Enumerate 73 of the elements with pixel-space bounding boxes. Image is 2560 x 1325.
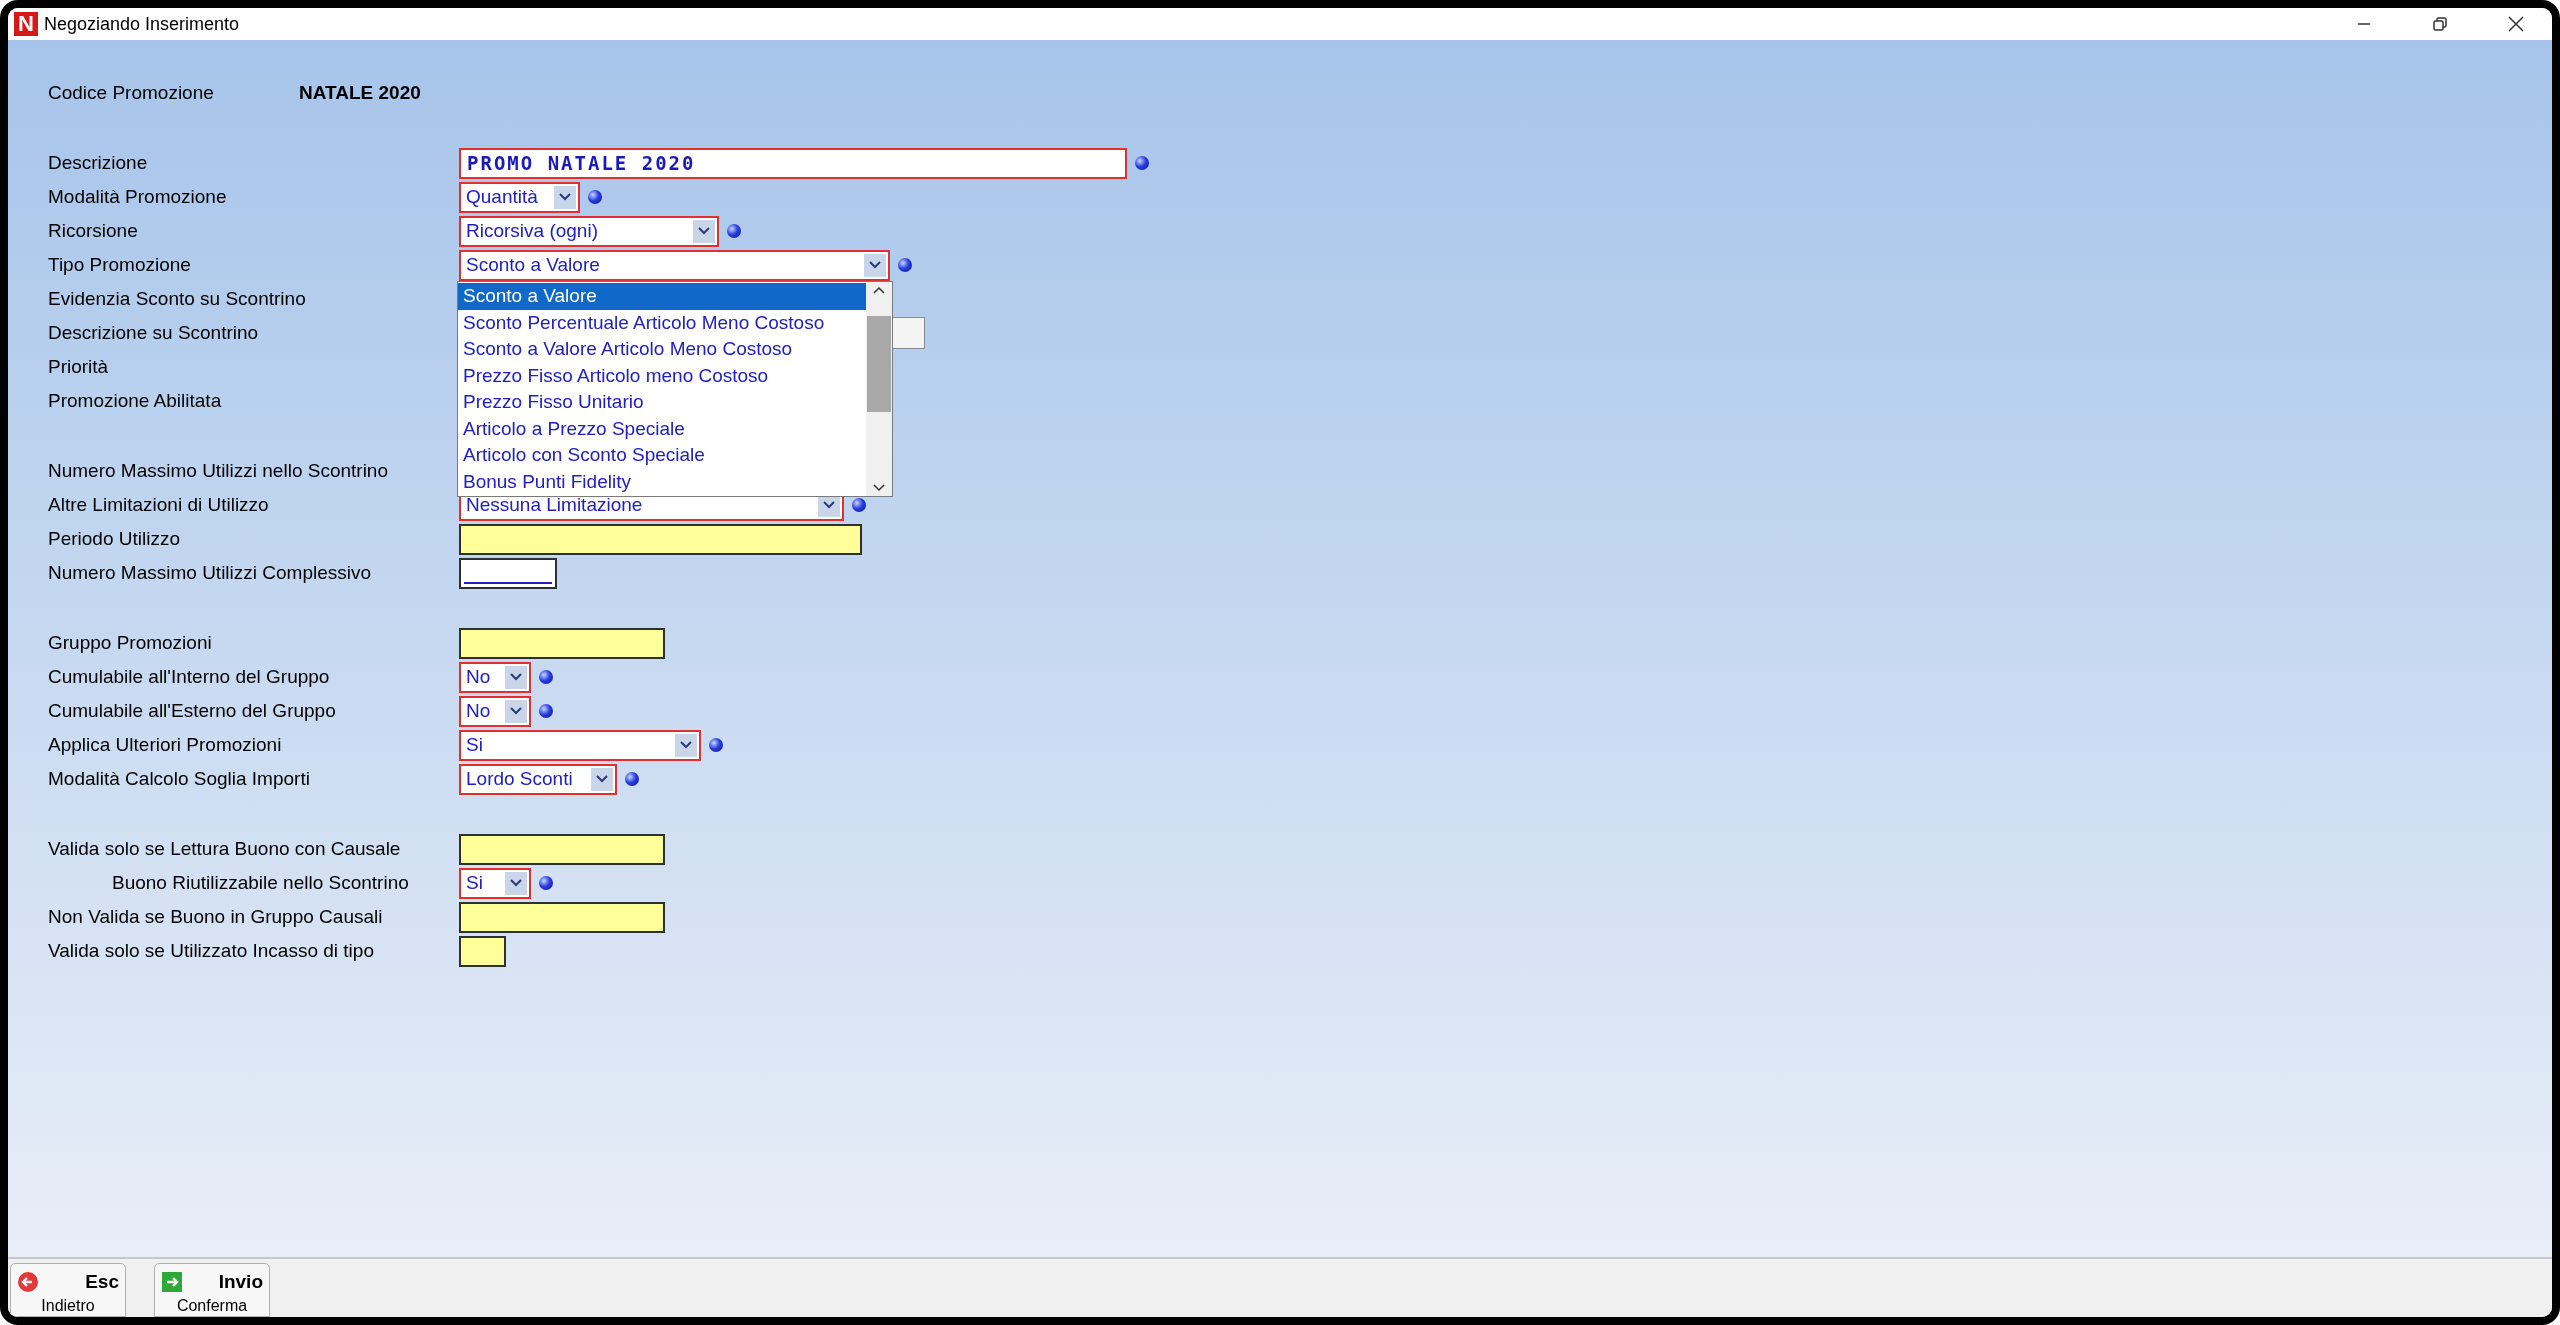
field-label: Periodo Utilizzo <box>48 526 181 551</box>
field-label: Descrizione su Scontrino <box>48 320 260 345</box>
field-label: Non Valida se Buono in Gruppo Causali <box>48 904 384 929</box>
field-label: Altre Limitazioni di Utilizzo <box>48 492 270 517</box>
scroll-down-icon[interactable] <box>873 484 885 492</box>
chevron-down-icon[interactable] <box>505 665 527 689</box>
dropdown-field[interactable]: Sconto a Valore <box>459 249 890 281</box>
chevron-down-icon[interactable] <box>675 733 697 757</box>
dropdown-option[interactable]: Articolo con Sconto Speciale <box>458 442 866 469</box>
dropdown-field[interactable]: Lordo Sconti <box>459 763 617 795</box>
dropdown-field[interactable]: Si <box>459 729 701 761</box>
field-label: Promozione Abilitata <box>48 388 223 413</box>
field-label: Priorità <box>48 354 110 379</box>
description-field[interactable]: PROMO NATALE 2020 <box>459 147 1127 179</box>
info-icon[interactable] <box>1135 156 1149 170</box>
info-icon[interactable] <box>539 704 553 718</box>
input-field[interactable] <box>459 833 665 865</box>
dropdown-option[interactable]: Prezzo Fisso Unitario <box>458 389 866 416</box>
info-icon[interactable] <box>539 670 553 684</box>
info-icon[interactable] <box>625 772 639 786</box>
scroll-up-icon[interactable] <box>873 286 885 294</box>
info-icon[interactable] <box>588 190 602 204</box>
app-logo: N <box>14 12 38 36</box>
field-label: Valida solo se Lettura Buono con Causale <box>48 836 402 861</box>
dropdown-field[interactable]: No <box>459 695 531 727</box>
info-icon[interactable] <box>898 258 912 272</box>
field-label: Codice Promozione <box>48 80 215 105</box>
chevron-down-icon[interactable] <box>693 219 715 243</box>
info-icon[interactable] <box>709 738 723 752</box>
dropdown-option[interactable]: Articolo a Prezzo Speciale <box>458 415 866 442</box>
info-icon[interactable] <box>852 498 866 512</box>
input-field[interactable] <box>459 901 665 933</box>
back-button[interactable]: Esc Indietro <box>10 1263 126 1317</box>
chevron-down-icon[interactable] <box>591 767 613 791</box>
field-label: Evidenzia Sconto su Scontrino <box>48 286 307 311</box>
dropdown-option[interactable]: Sconto a Valore <box>458 283 866 310</box>
input-field[interactable] <box>459 935 506 967</box>
dropdown-field[interactable]: Si <box>459 867 531 899</box>
field-label: Numero Massimo Utilizzi nello Scontrino <box>48 458 389 483</box>
dropdown-field[interactable]: Ricorsiva (ogni) <box>459 215 719 247</box>
promotion-code: NATALE 2020 <box>299 80 421 105</box>
close-icon[interactable] <box>2507 15 2525 33</box>
chevron-down-icon[interactable] <box>505 871 527 895</box>
field-label: Ricorsione <box>48 218 139 243</box>
field-label: Cumulabile all'Interno del Gruppo <box>48 664 331 689</box>
chevron-down-icon[interactable] <box>864 253 886 277</box>
field-label: Tipo Promozione <box>48 252 192 277</box>
chevron-down-icon[interactable] <box>505 699 527 723</box>
field-label: Modalità Calcolo Soglia Importi <box>48 766 311 791</box>
field-label: Numero Massimo Utilizzi Complessivo <box>48 560 373 585</box>
info-icon[interactable] <box>539 876 553 890</box>
field-label: Valida solo se Utilizzato Incasso di tipo <box>48 938 375 963</box>
dropdown-field[interactable]: No <box>459 661 531 693</box>
dropdown-option[interactable]: Sconto Percentuale Articolo Meno Costoso <box>458 309 866 336</box>
field-label: Gruppo Promozioni <box>48 630 213 655</box>
field-label: Modalità Promozione <box>48 184 228 209</box>
scroll-thumb[interactable] <box>867 316 891 412</box>
chevron-down-icon[interactable] <box>554 185 576 209</box>
scrollbar[interactable] <box>866 282 892 496</box>
field-label: Buono Riutilizzabile nello Scontrino <box>111 870 410 895</box>
restore-icon[interactable] <box>2432 16 2448 32</box>
number-field[interactable] <box>459 557 557 589</box>
dropdown-option[interactable]: Sconto a Valore Articolo Meno Costoso <box>458 336 866 363</box>
input-field[interactable] <box>459 627 665 659</box>
field-label: Descrizione <box>48 150 149 175</box>
input-field[interactable] <box>459 523 862 555</box>
field-label: Applica Ulteriori Promozioni <box>48 732 283 757</box>
info-icon[interactable] <box>727 224 741 238</box>
dropdown-field[interactable]: Quantità <box>459 181 580 213</box>
window-title: Negoziando Inserimento <box>44 12 240 36</box>
confirm-button[interactable]: Invio Conferma <box>154 1263 270 1317</box>
dropdown-option[interactable]: Prezzo Fisso Articolo meno Costoso <box>458 362 866 389</box>
field-label: Cumulabile all'Esterno del Gruppo <box>48 698 337 723</box>
